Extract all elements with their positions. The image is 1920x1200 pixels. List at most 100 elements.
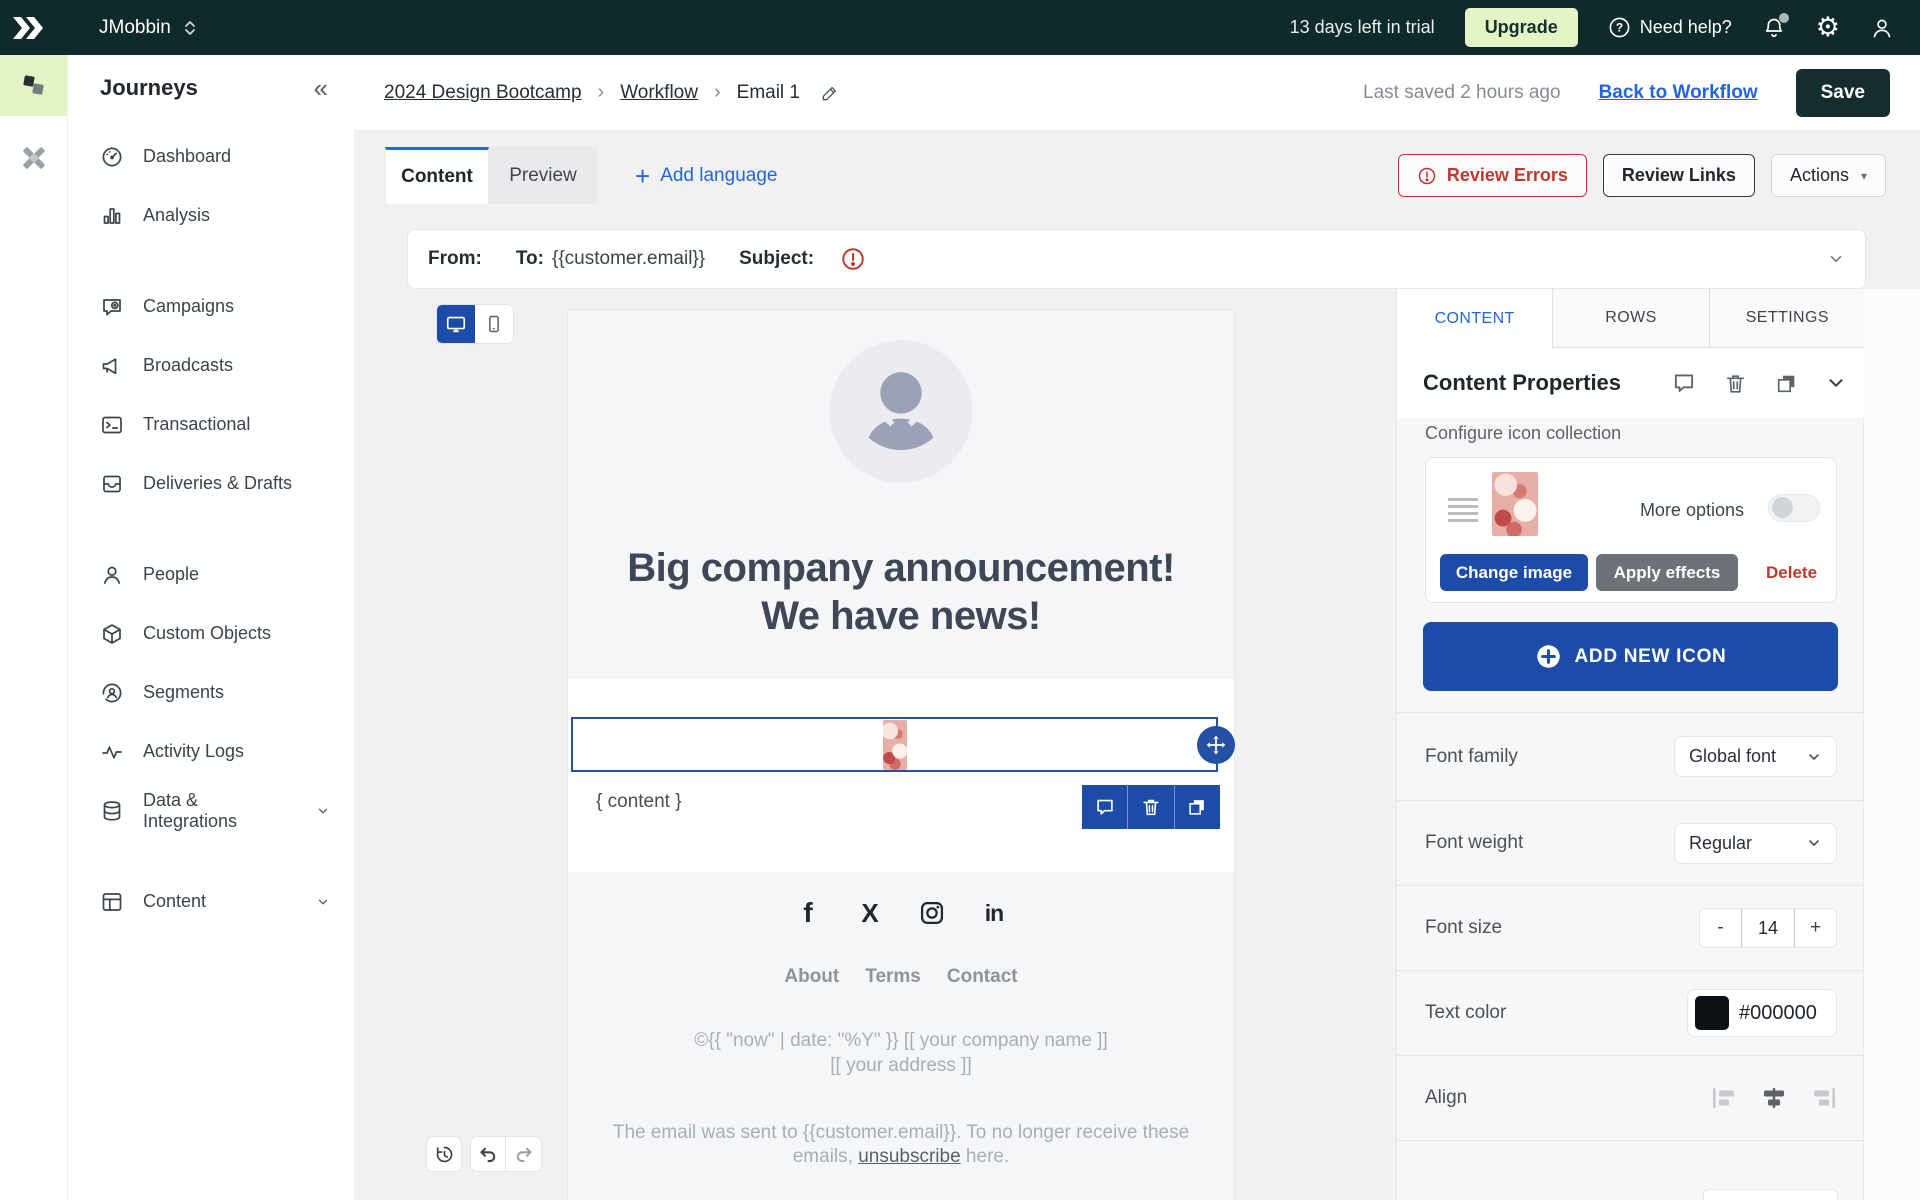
- sidebar-item-label: Analysis: [143, 205, 210, 226]
- email-footer-section[interactable]: f X in About Terms Contact ©{{ "now" | d…: [568, 872, 1234, 1200]
- footer-link-terms[interactable]: Terms: [865, 966, 921, 988]
- panel-tab-rows[interactable]: ROWS: [1552, 289, 1708, 348]
- collapse-panel-chevron[interactable]: [1825, 372, 1847, 394]
- comment-button[interactable]: [1671, 370, 1697, 396]
- linkedin-icon[interactable]: in: [979, 898, 1009, 928]
- need-help-label: Need help?: [1640, 17, 1732, 38]
- desktop-view-button[interactable]: [437, 305, 475, 343]
- sidebar-item-activity-logs[interactable]: Activity Logs: [68, 722, 354, 781]
- to-value: {{customer.email}}: [552, 248, 705, 270]
- review-errors-button[interactable]: Review Errors: [1398, 154, 1587, 197]
- font-weight-select[interactable]: Regular: [1674, 823, 1837, 864]
- add-new-icon-button[interactable]: ADD NEW ICON: [1423, 622, 1838, 691]
- email-heading-line2[interactable]: We have news!: [568, 592, 1234, 640]
- font-size-increase-button[interactable]: +: [1795, 909, 1836, 947]
- email-heading-line1[interactable]: Big company announcement!: [568, 544, 1234, 592]
- instagram-icon[interactable]: [917, 898, 947, 928]
- tab-content[interactable]: Content: [385, 147, 489, 204]
- apply-effects-button[interactable]: Apply effects: [1596, 554, 1738, 591]
- logo-icon: [11, 15, 45, 41]
- align-right-button[interactable]: [1807, 1087, 1837, 1109]
- font-family-select[interactable]: Global font: [1674, 736, 1837, 777]
- rail-journeys-button[interactable]: [0, 55, 67, 116]
- undo-icon: [478, 1144, 499, 1165]
- partial-stepper-control[interactable]: [1703, 1189, 1838, 1200]
- align-label: Align: [1425, 1087, 1467, 1109]
- content-placeholder[interactable]: { content }: [596, 791, 682, 813]
- actions-button[interactable]: Actions ▾: [1771, 154, 1886, 197]
- sidebar-item-people[interactable]: People: [68, 545, 354, 604]
- align-center-button[interactable]: [1759, 1087, 1789, 1109]
- breadcrumb-campaign-link[interactable]: 2024 Design Bootcamp: [384, 82, 582, 104]
- sidebar-item-broadcasts[interactable]: Broadcasts: [68, 336, 354, 395]
- delete-block-button[interactable]: [1723, 371, 1748, 396]
- text-color-label: Text color: [1425, 1002, 1506, 1024]
- block-duplicate-button[interactable]: [1174, 785, 1220, 829]
- panel-tab-settings[interactable]: SETTINGS: [1709, 289, 1865, 348]
- icon-collection-image[interactable]: [883, 720, 907, 770]
- sidebar-collapse-button[interactable]: «: [314, 75, 328, 101]
- email-canvas[interactable]: Big company announcement! We have news! …: [568, 310, 1234, 1200]
- email-icon-row-section[interactable]: { content }: [568, 679, 1234, 872]
- back-to-workflow-link[interactable]: Back to Workflow: [1599, 82, 1758, 104]
- panel-scroll-gutter[interactable]: [1863, 289, 1920, 1200]
- sidebar-item-segments[interactable]: Segments: [68, 663, 354, 722]
- history-controls: [426, 1136, 542, 1172]
- sidebar-item-campaigns[interactable]: Campaigns: [68, 277, 354, 336]
- unsubscribe-link[interactable]: unsubscribe: [858, 1146, 960, 1167]
- org-switcher-caret-icon[interactable]: [184, 19, 196, 37]
- add-language-button[interactable]: + Add language: [635, 147, 777, 204]
- panel-tab-content[interactable]: CONTENT: [1397, 289, 1552, 348]
- font-size-decrease-button[interactable]: -: [1700, 909, 1741, 947]
- save-button[interactable]: Save: [1796, 69, 1890, 117]
- text-color-picker[interactable]: #000000: [1687, 989, 1837, 1037]
- email-header-section[interactable]: Big company announcement! We have news!: [568, 310, 1234, 679]
- drag-handle-icon[interactable]: [1448, 498, 1478, 526]
- delete-icon-button[interactable]: Delete: [1760, 562, 1823, 584]
- app-logo[interactable]: [0, 0, 55, 55]
- tab-preview[interactable]: Preview: [489, 147, 597, 204]
- envelope-bar[interactable]: From: To: {{customer.email}} Subject:: [407, 229, 1866, 289]
- text-color-value: #000000: [1739, 1002, 1817, 1025]
- drag-move-handle[interactable]: [1197, 726, 1235, 764]
- facebook-icon[interactable]: f: [793, 898, 823, 928]
- footer-link-contact[interactable]: Contact: [947, 966, 1018, 988]
- font-size-value[interactable]: 14: [1741, 909, 1795, 947]
- upgrade-button[interactable]: Upgrade: [1465, 8, 1578, 47]
- change-image-button[interactable]: Change image: [1440, 554, 1588, 591]
- align-left-button[interactable]: [1711, 1087, 1741, 1109]
- rename-pencil-icon[interactable]: [820, 83, 840, 103]
- undo-button[interactable]: [470, 1136, 506, 1172]
- sidebar-item-analysis[interactable]: Analysis: [68, 186, 354, 245]
- more-options-toggle[interactable]: [1768, 494, 1820, 522]
- sidebar-item-data-integrations[interactable]: Data & Integrations: [68, 781, 354, 840]
- rail-secondary-product-button[interactable]: [0, 144, 67, 172]
- settings-gear-button[interactable]: ⚙: [1816, 14, 1840, 41]
- icon-thumbnail[interactable]: [1492, 472, 1538, 536]
- sidebar-item-content[interactable]: Content: [68, 872, 354, 931]
- selected-icon-block[interactable]: [571, 717, 1218, 772]
- caret-down-icon: ▾: [1861, 169, 1867, 183]
- mobile-view-button[interactable]: [475, 305, 513, 343]
- block-toolbar: [1082, 785, 1220, 829]
- duplicate-block-button[interactable]: [1774, 371, 1799, 396]
- breadcrumb-workflow-link[interactable]: Workflow: [620, 82, 698, 104]
- block-comment-button[interactable]: [1082, 785, 1127, 829]
- sidebar-item-deliveries-drafts[interactable]: Deliveries & Drafts: [68, 454, 354, 513]
- sidebar-item-dashboard[interactable]: Dashboard: [68, 127, 354, 186]
- sidebar-item-label: Segments: [143, 682, 224, 703]
- account-button[interactable]: [1870, 16, 1894, 40]
- org-switcher-label[interactable]: JMobbin: [99, 17, 171, 39]
- sidebar-item-transactional[interactable]: Transactional: [68, 395, 354, 454]
- envelope-expand-chevron-icon[interactable]: [1827, 250, 1845, 268]
- redo-button[interactable]: [506, 1136, 542, 1172]
- color-swatch[interactable]: [1695, 996, 1729, 1030]
- block-delete-button[interactable]: [1127, 785, 1173, 829]
- version-history-button[interactable]: [426, 1136, 462, 1172]
- need-help-button[interactable]: ? Need help?: [1608, 16, 1732, 39]
- review-links-button[interactable]: Review Links: [1603, 154, 1755, 197]
- notifications-button[interactable]: [1762, 16, 1786, 40]
- sidebar-item-custom-objects[interactable]: Custom Objects: [68, 604, 354, 663]
- x-twitter-icon[interactable]: X: [855, 898, 885, 928]
- footer-link-about[interactable]: About: [784, 966, 839, 988]
